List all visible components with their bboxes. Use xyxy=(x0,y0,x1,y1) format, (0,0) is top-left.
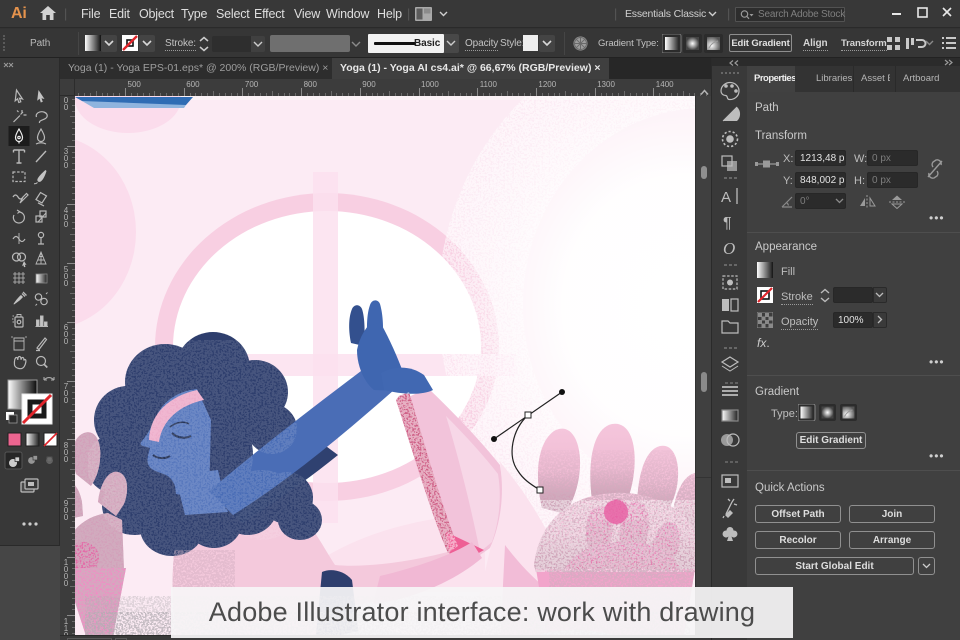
svg-text:A: A xyxy=(721,189,731,206)
svg-text:O: O xyxy=(723,239,735,258)
svg-text:¶: ¶ xyxy=(723,215,732,232)
